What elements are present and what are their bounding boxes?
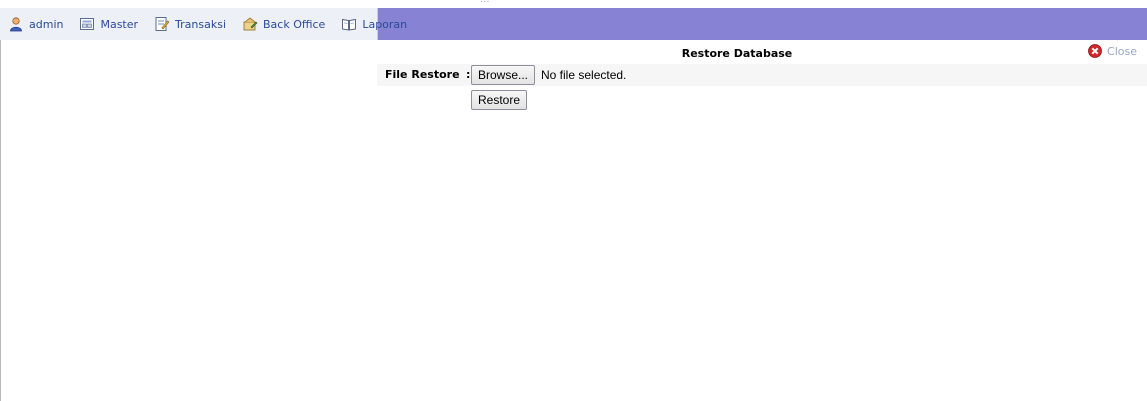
back-office-icon	[242, 16, 258, 32]
page-title: Restore Database	[681, 47, 793, 60]
menu-item-transaksi-label: Transaksi	[175, 17, 227, 31]
close-icon	[1088, 44, 1102, 58]
menu-item-laporan-label: Laporan	[362, 17, 408, 31]
panel-header: Restore Database Close	[377, 44, 1147, 62]
user-icon	[8, 16, 24, 32]
menu-item-admin[interactable]: admin	[0, 8, 71, 40]
menu-items: admin Master Transaksi Back Office Lapor…	[0, 8, 407, 40]
menu-item-admin-label: admin	[29, 17, 64, 31]
menu-item-back-office[interactable]: Back Office	[234, 8, 333, 40]
menu-item-master-label: Master	[100, 17, 139, 31]
menu-item-laporan[interactable]: Laporan	[333, 8, 415, 40]
menu-item-master[interactable]: Master	[71, 8, 146, 40]
close-label: Close	[1107, 44, 1137, 58]
top-strip-text: ...	[480, 0, 490, 5]
close-button[interactable]: Close	[1088, 44, 1137, 58]
menu-item-transaksi[interactable]: Transaksi	[146, 8, 234, 40]
report-book-icon	[341, 16, 357, 32]
restore-button[interactable]: Restore	[471, 90, 528, 110]
top-strip: ...	[0, 0, 1147, 8]
transaction-icon	[154, 16, 170, 32]
file-status-text: No file selected.	[541, 68, 627, 82]
label-colon: :	[466, 68, 471, 81]
content-left-border	[0, 40, 9, 401]
file-restore-label: File Restore	[385, 68, 460, 81]
master-icon	[79, 16, 95, 32]
menu-item-back-office-label: Back Office	[263, 17, 326, 31]
browse-button[interactable]: Browse...	[471, 65, 536, 85]
menu-bar: admin Master Transaksi Back Office Lapor…	[0, 8, 1147, 40]
file-restore-row: File Restore : Browse... No file selecte…	[377, 64, 1147, 86]
